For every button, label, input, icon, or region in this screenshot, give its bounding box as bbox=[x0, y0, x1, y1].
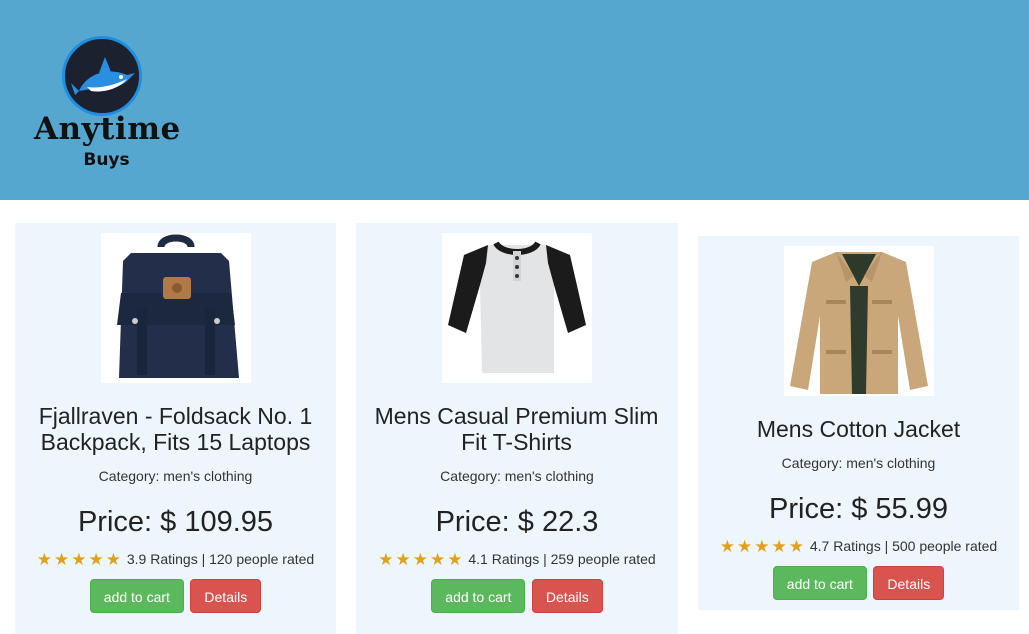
brand-logo[interactable]: Anytime Buys bbox=[34, 36, 181, 176]
rating-text: 4.1 Ratings | 259 people rated bbox=[468, 551, 656, 567]
rating-text: 3.9 Ratings | 120 people rated bbox=[126, 551, 315, 567]
star-rating-icon: ★★★★★ bbox=[719, 537, 806, 556]
rating-text: 4.7 Ratings | 500 people rated bbox=[809, 538, 998, 554]
product-actions: add to cart Details bbox=[15, 579, 336, 613]
product-price: Price: $ 22.3 bbox=[435, 506, 599, 538]
product-actions: add to cart Details bbox=[356, 579, 678, 613]
product-title[interactable]: Mens Cotton Jacket bbox=[706, 416, 1011, 442]
brand-name: Anytime bbox=[34, 111, 181, 147]
details-button[interactable]: Details bbox=[873, 566, 945, 600]
product-price: Price: $ 109.95 bbox=[77, 506, 274, 538]
add-to-cart-button[interactable]: add to cart bbox=[772, 566, 867, 600]
backpack-image[interactable] bbox=[101, 233, 251, 383]
product-rating: ★★★★★ 3.9 Ratings | 120 people rated bbox=[15, 550, 336, 570]
product-title[interactable]: Fjallraven - Foldsack No. 1 Backpack, Fi… bbox=[23, 403, 328, 455]
add-to-cart-button[interactable]: add to cart bbox=[431, 579, 526, 613]
details-button[interactable]: Details bbox=[531, 579, 603, 613]
product-actions: add to cart Details bbox=[698, 566, 1019, 600]
site-header: Anytime Buys bbox=[0, 0, 1029, 200]
product-card: Fjallraven - Foldsack No. 1 Backpack, Fi… bbox=[15, 223, 336, 634]
product-price: Price: $ 55.99 bbox=[769, 493, 948, 525]
product-rating: ★★★★★ 4.7 Ratings | 500 people rated bbox=[698, 537, 1019, 557]
star-rating-icon: ★★★★★ bbox=[36, 550, 123, 569]
product-category: Category: men's clothing bbox=[98, 468, 253, 484]
star-rating-icon: ★★★★★ bbox=[378, 550, 465, 569]
jacket-image[interactable] bbox=[784, 246, 934, 396]
product-card: Mens Cotton Jacket Category: men's cloth… bbox=[698, 236, 1019, 610]
add-to-cart-button[interactable]: add to cart bbox=[89, 579, 184, 613]
product-category: Category: men's clothing bbox=[781, 455, 936, 471]
product-category: Category: men's clothing bbox=[440, 468, 594, 484]
tshirt-image[interactable] bbox=[442, 233, 592, 383]
product-card: Mens Casual Premium Slim Fit T-Shirts Ca… bbox=[356, 223, 678, 634]
details-button[interactable]: Details bbox=[190, 579, 262, 613]
shark-logo-icon bbox=[62, 36, 142, 116]
product-title[interactable]: Mens Casual Premium Slim Fit T-Shirts bbox=[364, 403, 669, 455]
product-rating: ★★★★★ 4.1 Ratings | 259 people rated bbox=[356, 550, 678, 570]
brand-sub: Buys bbox=[83, 150, 130, 170]
